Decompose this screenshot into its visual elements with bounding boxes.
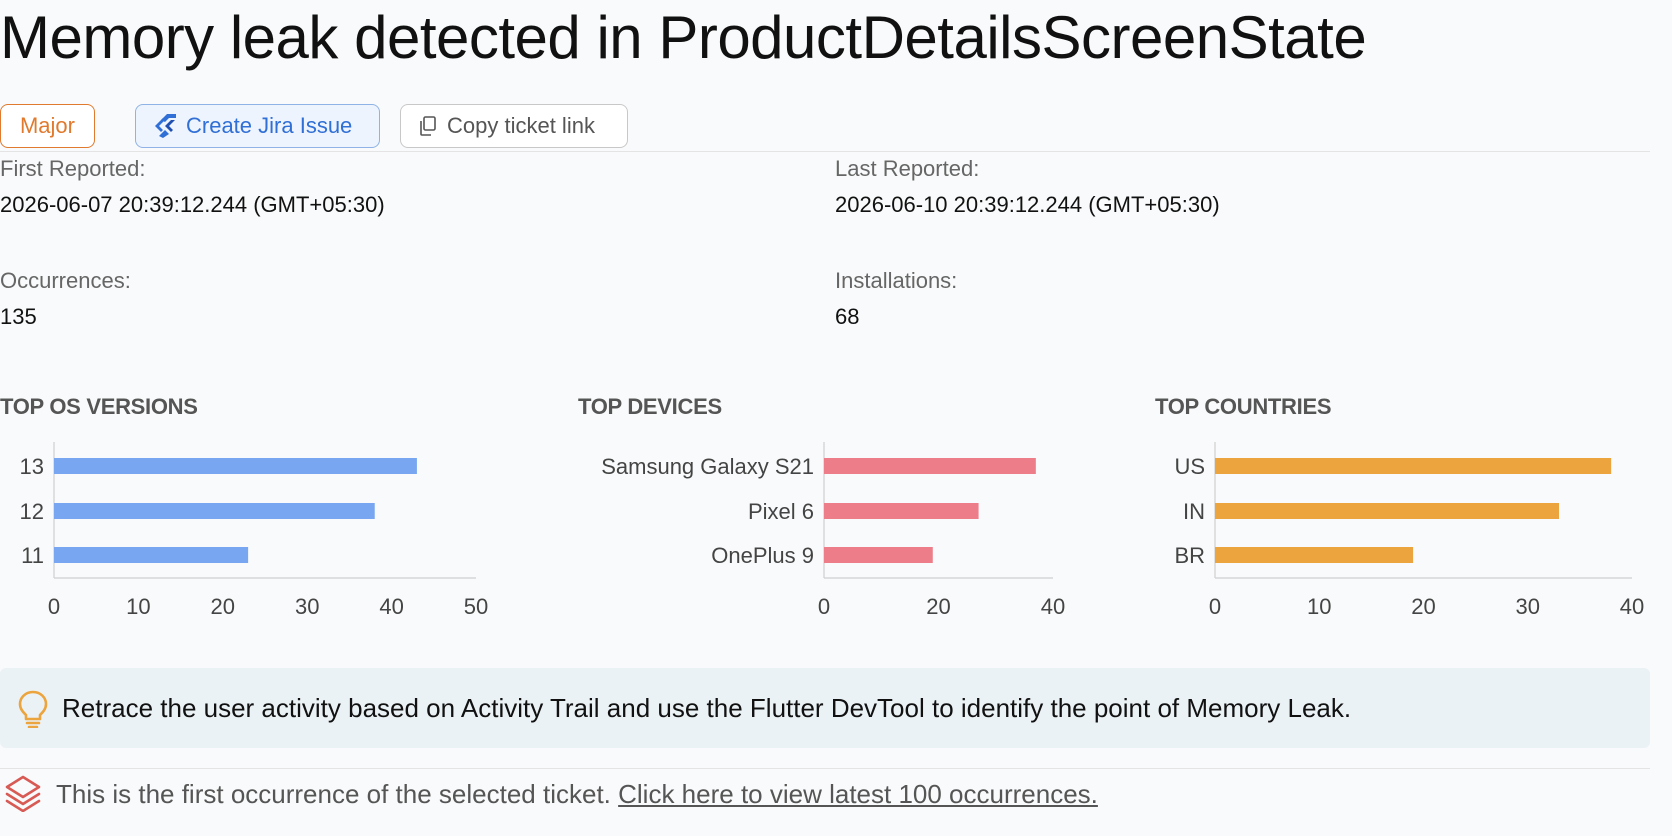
countries-bar-1[interactable] bbox=[1215, 503, 1560, 519]
os-x-tick-label: 10 bbox=[126, 594, 150, 619]
countries-chart-title: TOP COUNTRIES bbox=[1155, 394, 1332, 419]
tip-text: Retrace the user activity based on Activ… bbox=[62, 693, 1352, 723]
os-versions-chart-title: TOP OS VERSIONS bbox=[0, 394, 198, 419]
os-x-tick-label: 30 bbox=[295, 594, 319, 619]
create-jira-issue-label: Create Jira Issue bbox=[186, 113, 353, 138]
os-category-label: 12 bbox=[20, 499, 44, 524]
severity-badge[interactable]: Major bbox=[0, 104, 95, 148]
os-category-label: 11 bbox=[21, 543, 44, 568]
os-x-tick-label: 0 bbox=[48, 594, 60, 619]
layers-icon bbox=[5, 775, 41, 812]
installations-label: Installations: bbox=[835, 268, 958, 293]
footer-text: This is the first occurrence of the sele… bbox=[56, 779, 619, 809]
os-bar-1[interactable] bbox=[54, 503, 375, 519]
countries-x-tick-label: 10 bbox=[1307, 594, 1331, 619]
copy-ticket-link-label: Copy ticket link bbox=[447, 113, 595, 138]
countries-x-tick-label: 40 bbox=[1620, 594, 1644, 619]
os-x-tick-label: 50 bbox=[464, 594, 488, 619]
devices-category-label: Pixel 6 bbox=[748, 499, 814, 524]
countries-category-label: BR bbox=[1174, 543, 1205, 568]
occurrences-value: 135 bbox=[0, 304, 37, 329]
countries-bar-2[interactable] bbox=[1215, 547, 1414, 563]
devices-bar-2[interactable] bbox=[824, 547, 933, 563]
devices-chart-title: TOP DEVICES bbox=[578, 394, 722, 419]
divider bbox=[0, 768, 1650, 769]
copy-icon bbox=[420, 116, 436, 136]
occurrences-label: Occurrences: bbox=[0, 268, 131, 293]
devices-bar-1[interactable] bbox=[824, 503, 979, 519]
devices-bar-0[interactable] bbox=[824, 458, 1036, 474]
footer-note: This is the first occurrence of the sele… bbox=[56, 778, 1098, 810]
os-x-tick-label: 40 bbox=[379, 594, 403, 619]
devices-x-tick-label: 40 bbox=[1041, 594, 1065, 619]
lightbulb-icon bbox=[18, 690, 48, 728]
installations-value: 68 bbox=[835, 304, 860, 329]
countries-chart: US IN BR 0 10 20 30 40 bbox=[1174, 442, 1644, 619]
copy-ticket-link-button[interactable]: Copy ticket link bbox=[400, 104, 628, 148]
countries-bar-0[interactable] bbox=[1215, 458, 1612, 474]
devices-x-tick-label: 20 bbox=[926, 594, 950, 619]
devices-x-tick-label: 0 bbox=[818, 594, 830, 619]
first-reported-label: First Reported: bbox=[0, 156, 146, 181]
jira-icon bbox=[155, 114, 176, 138]
os-bar-2[interactable] bbox=[54, 547, 249, 563]
countries-x-tick-label: 0 bbox=[1209, 594, 1221, 619]
devices-chart: Samsung Galaxy S21 Pixel 6 OnePlus 9 0 20 40 bbox=[601, 442, 1065, 619]
divider bbox=[0, 151, 1650, 152]
last-reported-value: 2026-06-10 20:39:12.244 (GMT+05:30) bbox=[835, 192, 1220, 217]
countries-x-tick-label: 30 bbox=[1516, 594, 1540, 619]
os-x-tick-label: 20 bbox=[211, 594, 235, 619]
devices-category-label: OnePlus 9 bbox=[711, 543, 814, 568]
page-title: Memory leak detected in ProductDetailsSc… bbox=[0, 4, 1367, 71]
devices-category-label: Samsung Galaxy S21 bbox=[601, 454, 814, 479]
create-jira-issue-button[interactable]: Create Jira Issue bbox=[135, 104, 380, 148]
tip-banner: Retrace the user activity based on Activ… bbox=[0, 668, 1650, 748]
countries-category-label: IN bbox=[1183, 499, 1205, 524]
view-latest-occurrences-link[interactable]: Click here to view latest 100 occurrence… bbox=[618, 779, 1098, 809]
os-category-label: 13 bbox=[20, 454, 44, 479]
first-reported-value: 2026-06-07 20:39:12.244 (GMT+05:30) bbox=[0, 192, 385, 217]
last-reported-label: Last Reported: bbox=[835, 156, 980, 181]
os-bar-0[interactable] bbox=[54, 458, 417, 474]
countries-category-label: US bbox=[1174, 454, 1205, 479]
os-versions-chart: 13 12 11 0 10 20 30 40 50 bbox=[20, 442, 488, 619]
countries-x-tick-label: 20 bbox=[1411, 594, 1435, 619]
